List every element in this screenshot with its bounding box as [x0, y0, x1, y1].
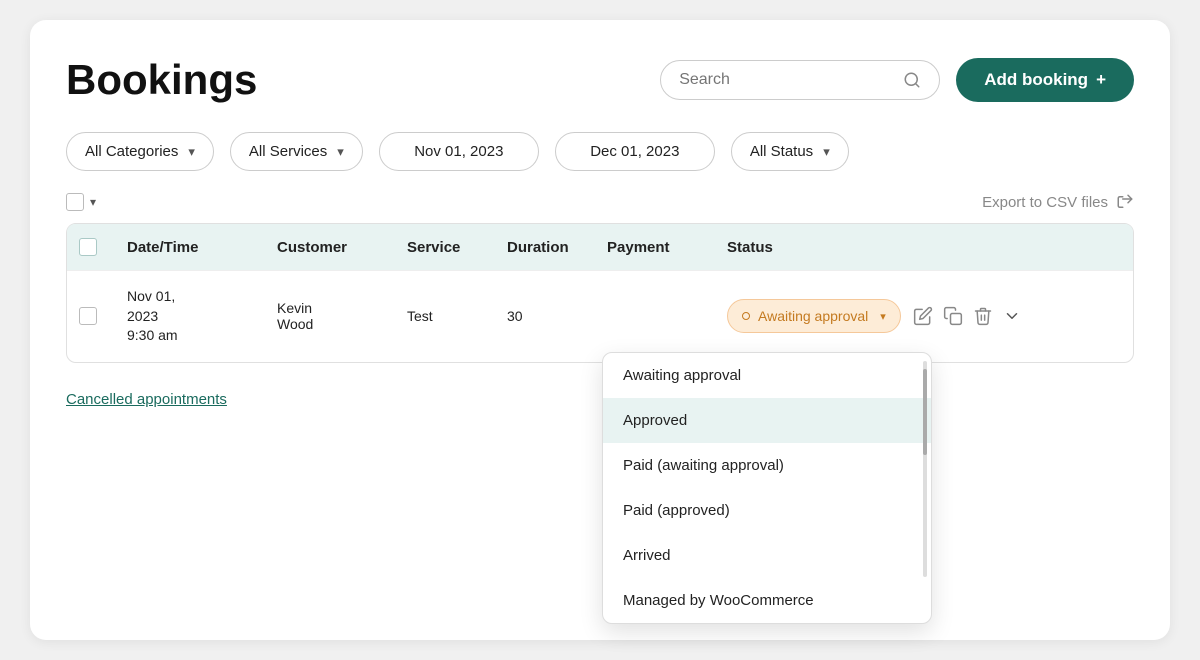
- edit-icon[interactable]: [913, 306, 933, 326]
- dropdown-scrollbar[interactable]: [923, 361, 927, 577]
- add-booking-label: Add booking: [984, 70, 1088, 90]
- col-customer: Customer: [277, 239, 407, 256]
- services-filter[interactable]: All Services ▾: [230, 132, 363, 171]
- expand-icon[interactable]: [1003, 307, 1021, 325]
- delete-icon[interactable]: [973, 306, 993, 326]
- dropdown-item-arrived[interactable]: Arrived: [603, 533, 931, 578]
- table-header: Date/Time Customer Service Duration Paym…: [67, 224, 1133, 270]
- row-checkbox-cell[interactable]: [79, 307, 127, 325]
- bookings-table: Date/Time Customer Service Duration Paym…: [66, 223, 1134, 363]
- categories-label: All Categories: [85, 143, 178, 160]
- table-row: Nov 01,20239:30 am KevinWood Test 30 Awa…: [67, 270, 1133, 362]
- status-label: All Status: [750, 143, 813, 160]
- status-badge[interactable]: Awaiting approval ▾: [727, 299, 901, 333]
- row-datetime: Nov 01,20239:30 am: [127, 287, 277, 346]
- date-to-value: Dec 01, 2023: [590, 143, 679, 160]
- row-actions: [913, 306, 1021, 326]
- copy-icon[interactable]: [943, 306, 963, 326]
- status-dropdown: Awaiting approval Approved Paid (awaitin…: [602, 352, 932, 624]
- search-box[interactable]: [660, 60, 940, 100]
- header-checkbox[interactable]: [79, 238, 97, 256]
- col-payment: Payment: [607, 239, 727, 256]
- services-chevron-icon: ▾: [337, 144, 344, 160]
- footer-area: Cancelled appointments: [66, 391, 227, 409]
- add-booking-icon: +: [1096, 70, 1106, 90]
- date-to-filter[interactable]: Dec 01, 2023: [555, 132, 715, 171]
- row-service: Test: [407, 308, 507, 324]
- toolbar-row: ▾ Export to CSV files: [66, 193, 1134, 211]
- dropdown-scrollbar-thumb: [923, 369, 927, 455]
- page-header: Bookings Add booking +: [66, 56, 1134, 104]
- dropdown-item-approved-label: Approved: [623, 412, 687, 429]
- services-label: All Services: [249, 143, 327, 160]
- bookings-card: Bookings Add booking + All Categories ▾ …: [30, 20, 1170, 640]
- search-input[interactable]: [679, 71, 895, 89]
- dropdown-item-arrived-label: Arrived: [623, 547, 671, 564]
- categories-filter[interactable]: All Categories ▾: [66, 132, 214, 171]
- cancelled-appointments-link[interactable]: Cancelled appointments: [66, 391, 227, 408]
- date-from-filter[interactable]: Nov 01, 2023: [379, 132, 539, 171]
- status-badge-text: Awaiting approval: [758, 308, 868, 324]
- dropdown-item-paid-awaiting[interactable]: Paid (awaiting approval): [603, 443, 931, 488]
- dropdown-item-awaiting[interactable]: Awaiting approval: [603, 353, 931, 398]
- add-booking-button[interactable]: Add booking +: [956, 58, 1134, 102]
- dropdown-item-paid-approved[interactable]: Paid (approved): [603, 488, 931, 533]
- export-icon: [1116, 193, 1134, 211]
- header-checkbox-cell[interactable]: [79, 238, 127, 256]
- date-from-value: Nov 01, 2023: [414, 143, 503, 160]
- col-service: Service: [407, 239, 507, 256]
- filters-row: All Categories ▾ All Services ▾ Nov 01, …: [66, 132, 1134, 171]
- header-actions: Add booking +: [660, 58, 1134, 102]
- dropdown-item-woocommerce[interactable]: Managed by WooCommerce: [603, 578, 931, 623]
- status-filter[interactable]: All Status ▾: [731, 132, 849, 171]
- export-label: Export to CSV files: [982, 194, 1108, 211]
- dropdown-item-awaiting-label: Awaiting approval: [623, 367, 741, 384]
- col-status: Status: [727, 239, 1121, 256]
- row-status-cell: Awaiting approval ▾: [727, 299, 1121, 333]
- page-title: Bookings: [66, 56, 257, 104]
- dropdown-item-paid-awaiting-label: Paid (awaiting approval): [623, 457, 784, 474]
- status-dot: [742, 312, 750, 320]
- col-duration: Duration: [507, 239, 607, 256]
- select-all-checkbox[interactable]: [66, 193, 84, 211]
- select-dropdown-icon[interactable]: ▾: [90, 195, 96, 209]
- categories-chevron-icon: ▾: [188, 144, 195, 160]
- export-csv-button[interactable]: Export to CSV files: [982, 193, 1134, 211]
- select-all-area[interactable]: ▾: [66, 193, 96, 211]
- col-datetime: Date/Time: [127, 239, 277, 256]
- status-chevron-icon: ▾: [823, 144, 830, 160]
- row-customer: KevinWood: [277, 300, 407, 332]
- search-icon: [903, 71, 921, 89]
- row-checkbox[interactable]: [79, 307, 97, 325]
- dropdown-item-paid-approved-label: Paid (approved): [623, 502, 730, 519]
- status-chevron-icon: ▾: [880, 310, 886, 323]
- row-duration: 30: [507, 308, 607, 324]
- dropdown-item-approved[interactable]: Approved: [603, 398, 931, 443]
- dropdown-item-woocommerce-label: Managed by WooCommerce: [623, 592, 814, 609]
